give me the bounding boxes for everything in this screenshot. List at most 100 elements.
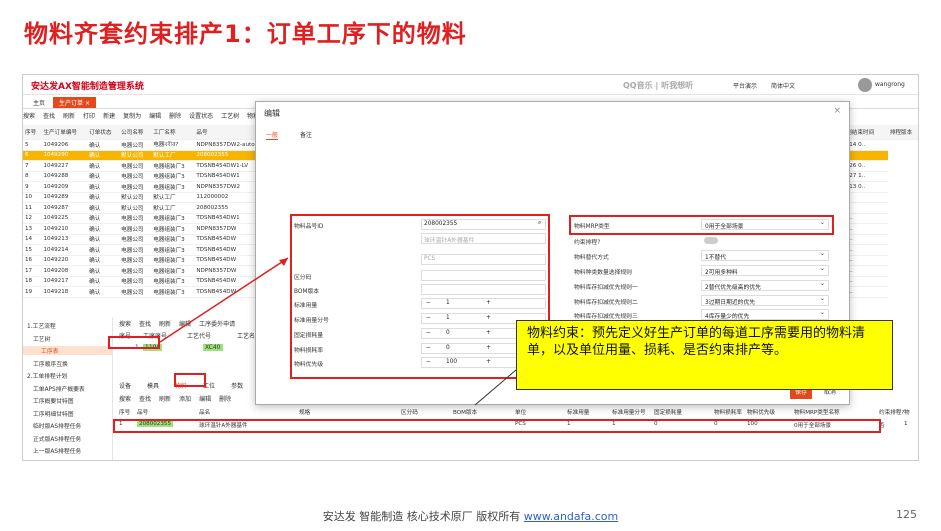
material-column-header[interactable]: 物料损耗率 <box>714 408 742 416</box>
material-column-header[interactable]: 标准用量 <box>567 408 589 416</box>
nav-item[interactable]: 工序概要甘特图 <box>33 396 74 405</box>
field-input[interactable] <box>421 270 546 281</box>
nav-item[interactable]: 工序顺序互换 <box>33 359 68 368</box>
material-column-header[interactable]: 约束排程? <box>879 408 904 416</box>
plus-icon[interactable]: + <box>486 345 491 351</box>
plus-icon[interactable]: + <box>486 300 491 306</box>
chevron-down-icon[interactable]: ⌄ <box>820 220 825 226</box>
minus-icon[interactable]: − <box>426 330 431 336</box>
chevron-down-icon[interactable]: ⌄ <box>820 266 825 272</box>
sub-tab[interactable]: 模具 <box>147 383 159 390</box>
nav-item[interactable]: 工序明细甘特图 <box>33 409 74 418</box>
chevron-down-icon[interactable]: ⌄ <box>820 296 825 302</box>
column-header[interactable]: 工厂名称 <box>151 125 195 140</box>
toolbar-button[interactable]: 编辑 <box>149 113 161 120</box>
minus-icon[interactable]: − <box>426 300 431 306</box>
tab-remarks[interactable]: 备注 <box>300 130 312 139</box>
process-column-header[interactable]: 工艺代号 <box>187 331 211 340</box>
material-column-header[interactable]: 物 <box>904 408 910 416</box>
search-icon[interactable]: ⌕ <box>538 220 541 227</box>
material-column-header[interactable]: 标准用量分号 <box>612 408 646 416</box>
nav-item[interactable]: 正式版AS排程任务 <box>33 434 81 443</box>
material-column-header[interactable]: 规格 <box>299 408 310 416</box>
toolbar-button[interactable]: 复制为 <box>123 113 141 120</box>
plus-icon[interactable]: + <box>486 330 491 336</box>
column-header[interactable]: 生产订单编号 <box>41 125 88 140</box>
material-toolbar-button[interactable]: 添加 <box>179 396 191 403</box>
sub-toolbar-button[interactable]: 编辑 <box>179 321 191 328</box>
tab-production-order[interactable]: 生产订单 × <box>53 97 96 108</box>
field-value: 3过期日期近的优先 <box>705 300 756 306</box>
toolbar-button[interactable]: 删除 <box>169 113 181 120</box>
column-header[interactable]: 公司名称 <box>119 125 152 140</box>
material-column-header[interactable]: 单位 <box>515 408 526 416</box>
nav-item[interactable]: 工单APS排产概要表 <box>33 384 85 393</box>
tab-home[interactable]: 主页 <box>27 97 51 108</box>
material-column-header[interactable]: 物料优先级 <box>747 408 775 416</box>
sub-toolbar-button[interactable]: 搜索 <box>119 321 131 328</box>
avatar[interactable] <box>858 78 872 92</box>
user-name[interactable]: wangrong <box>875 81 905 88</box>
material-toolbar-button[interactable]: 刷新 <box>159 396 171 403</box>
material-toolbar-button[interactable]: 删除 <box>219 396 231 403</box>
sub-tab[interactable]: 设备 <box>119 383 131 390</box>
material-toolbar-button[interactable]: 查找 <box>139 396 151 403</box>
tab-general[interactable]: 一般 <box>266 130 279 140</box>
plus-icon[interactable]: + <box>486 315 491 321</box>
column-header[interactable]: 订单状态 <box>87 125 120 140</box>
table-cell: 13 <box>23 223 42 235</box>
toolbar-button[interactable]: 新建 <box>103 113 115 120</box>
material-column-header[interactable]: 品号 <box>137 408 148 416</box>
toolbar-button[interactable]: 打印 <box>83 113 95 120</box>
table-cell: 确认 <box>87 265 120 277</box>
header-link-language[interactable]: 简体中文 <box>771 81 795 90</box>
column-header[interactable]: 序号 <box>23 125 42 140</box>
nav-item[interactable]: 工艺树 <box>33 334 50 343</box>
nav-item[interactable]: 2.工单排程计划 <box>27 371 67 380</box>
close-icon[interactable]: × <box>833 106 841 116</box>
table-cell: 电器组装厂3 <box>151 223 195 235</box>
field-input[interactable] <box>421 284 546 295</box>
close-icon[interactable]: × <box>85 100 90 107</box>
nav-item[interactable]: 上一版AS排程任务 <box>33 446 81 455</box>
material-column-header[interactable]: BOM版本 <box>453 408 477 416</box>
minus-icon[interactable]: − <box>426 345 431 351</box>
column-header[interactable]: 排程版本 <box>887 125 918 140</box>
material-column-header[interactable]: 序号 <box>119 408 130 416</box>
table-cell: 电器公司 <box>119 244 152 256</box>
chevron-down-icon[interactable]: ⌄ <box>820 281 825 287</box>
footer-text: 安达发 智能制造 核心技术原厂 版权所有 <box>322 510 521 523</box>
sub-tab[interactable]: 参数 <box>231 383 243 390</box>
material-column-header[interactable]: 固定损耗量 <box>654 408 682 416</box>
nav-item[interactable]: 1.工艺流程 <box>27 321 56 330</box>
table-cell: 1049289 <box>41 192 88 203</box>
nav-item[interactable]: 临时版AS排程任务 <box>33 421 81 430</box>
toolbar-button[interactable]: 设置状态 <box>189 113 213 120</box>
minus-icon[interactable]: − <box>426 359 431 365</box>
minus-icon[interactable]: − <box>426 315 431 321</box>
nav-item[interactable]: 工序表 <box>23 346 113 355</box>
sub-toolbar-button[interactable]: 工序委外申请 <box>199 321 235 328</box>
field-input[interactable] <box>421 254 546 265</box>
toolbar-button[interactable]: 查找 <box>43 113 55 120</box>
material-toolbar-button[interactable]: 编辑 <box>199 396 211 403</box>
table-cell: 1049227 <box>41 160 88 172</box>
constraint-toggle[interactable] <box>704 237 718 244</box>
material-column-header[interactable]: 物料MRP类型名称 <box>794 408 840 416</box>
material-column-header[interactable]: 区分码 <box>401 408 418 416</box>
table-cell: 确认 <box>87 213 120 224</box>
toolbar-button[interactable]: 工艺树 <box>221 113 239 120</box>
plus-icon[interactable]: + <box>486 359 491 365</box>
chevron-down-icon[interactable]: ⌄ <box>820 251 825 257</box>
sub-toolbar-button[interactable]: 查找 <box>139 321 151 328</box>
field-input[interactable] <box>421 298 546 309</box>
material-toolbar-button[interactable]: 搜索 <box>119 396 131 403</box>
table-cell: 10 <box>23 192 42 203</box>
footer-link[interactable]: www.andafa.com <box>524 510 619 523</box>
chevron-down-icon[interactable]: ⌄ <box>820 310 825 316</box>
toolbar-button[interactable]: 刷新 <box>63 113 75 120</box>
sub-toolbar-button[interactable]: 刷新 <box>159 321 171 328</box>
material-column-header[interactable]: 品名 <box>199 408 210 416</box>
header-link-demo[interactable]: 平台演示 <box>733 81 757 90</box>
toolbar-button[interactable]: 搜索 <box>23 113 35 120</box>
